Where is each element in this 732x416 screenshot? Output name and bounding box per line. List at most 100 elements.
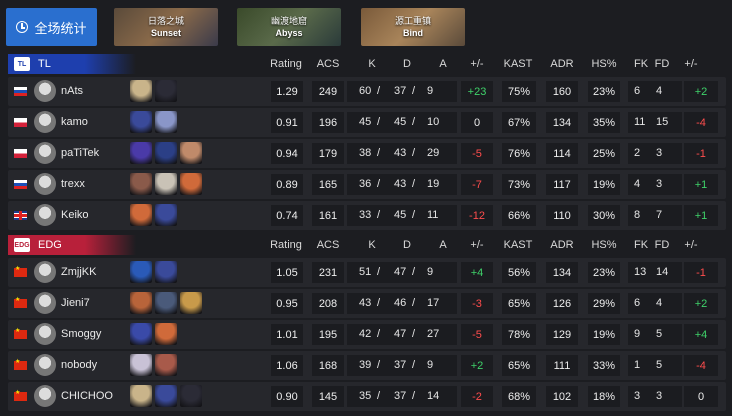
player-name[interactable]: paTiTek (61, 147, 99, 159)
player-row[interactable]: Jieni70.9520843/46/17-365%12629%64+2 (8, 289, 726, 318)
adr-value: 134 (546, 112, 578, 133)
hs-value: 29% (588, 293, 620, 314)
adr-value: 160 (546, 81, 578, 102)
column-header-hs: HS% (591, 239, 617, 251)
player-row[interactable]: trexx 0.89 165 36/43/19 -7 73% 117 19% 4 3 +1 (8, 170, 726, 199)
fk-diff-value: 0 (684, 386, 718, 407)
player-row[interactable]: CHICHOO0.9014535/37/14-268%10218%330 (8, 382, 726, 411)
fd-value: 3 (656, 178, 663, 190)
flag-pl-icon (14, 149, 27, 158)
adr-value: 129 (546, 324, 578, 345)
team-logo-icon: TL (14, 57, 30, 71)
flag-gb-icon (14, 211, 27, 220)
fk-value: 13 (634, 266, 647, 278)
agent-icon (180, 173, 202, 195)
player-row[interactable]: nAts 1.29 249 60/37/9 +23 75% 160 23% 6 4 +2 (8, 77, 726, 106)
fk-value: 1 (634, 359, 641, 371)
agent-icon (130, 323, 152, 345)
slash-separator: / (412, 178, 416, 190)
map-tab-bind[interactable]: 源工重镇 Bind (361, 8, 465, 46)
rating-value: 0.89 (271, 174, 303, 195)
player-avatar (34, 80, 56, 102)
agent-icon (130, 385, 152, 407)
agent-icon (155, 354, 177, 376)
kills-value: 45 (359, 116, 372, 128)
kda-cell: 42 / 47 / 27 (347, 324, 457, 345)
player-avatar (34, 385, 56, 407)
slash-separator: / (377, 209, 381, 221)
agent-icon (180, 385, 202, 407)
player-avatar (34, 173, 56, 195)
agent-icon (130, 204, 152, 226)
kills-value: 36 (359, 178, 372, 190)
kills-value: 38 (359, 147, 372, 159)
column-header-kills: K (368, 239, 376, 251)
agent-icon (155, 80, 177, 102)
adr-value: 110 (546, 205, 578, 226)
slash-separator: / (377, 328, 381, 340)
player-row[interactable]: Keiko 0.74 161 33/45/11 -12 66% 110 30% 8 7 +1 (8, 201, 726, 230)
kd-diff-value: +4 (461, 262, 493, 283)
clock-icon (16, 21, 29, 33)
rating-value: 0.94 (271, 143, 303, 164)
player-row[interactable]: Smoggy1.0119542/47/27-578%12919%95+4 (8, 320, 726, 349)
fd-value: 7 (656, 209, 663, 221)
deaths-value: 43 (394, 147, 407, 159)
slash-separator: / (412, 116, 416, 128)
kills-value: 42 (359, 328, 372, 340)
assists-value: 17 (427, 297, 440, 309)
player-avatar (34, 111, 56, 133)
hs-value: 33% (588, 355, 620, 376)
player-name[interactable]: CHICHOO (61, 390, 113, 402)
agent-icon (130, 111, 152, 133)
player-name[interactable]: Jieni7 (61, 297, 90, 309)
slash-separator: / (377, 178, 381, 190)
player-row[interactable]: nobody1.0616839/37/9+265%11133%15-4 (8, 351, 726, 380)
fd-value: 3 (656, 147, 663, 159)
map-tab-title: 幽渡地窟 (270, 16, 307, 26)
column-header-fk-diff: +/- (684, 239, 698, 251)
column-header-acs: ACS (316, 239, 340, 251)
player-name[interactable]: Keiko (61, 209, 89, 221)
player-name[interactable]: ZmjjKK (61, 266, 96, 278)
player-name[interactable]: Smoggy (61, 328, 101, 340)
rating-value: 0.95 (271, 293, 303, 314)
team-badge: EDG EDG (8, 235, 136, 255)
team-header: TL TL Rating ACS K D A +/- KAST ADR HS% FK FD +/- (0, 53, 732, 75)
adr-value: 111 (546, 355, 578, 376)
player-name[interactable]: nAts (61, 85, 83, 97)
assists-value: 19 (427, 178, 440, 190)
map-tab-abyss[interactable]: 幽渡地窟 Abyss (237, 8, 341, 46)
kills-value: 33 (359, 209, 372, 221)
player-name[interactable]: trexx (61, 178, 85, 190)
player-row[interactable]: kamo 0.91 196 45 / 45 / 10 0 67% 134 35% 11 15 -4 (8, 108, 726, 137)
flag-ru-icon (14, 180, 27, 189)
rating-value: 1.06 (271, 355, 303, 376)
agent-icon (130, 354, 152, 376)
column-header-hs: HS% (591, 58, 617, 70)
player-row[interactable]: paTiTek 0.94 179 38/43/29 -5 76% 114 25% 2 3 -1 (8, 139, 726, 168)
acs-value: 165 (312, 174, 344, 195)
player-row[interactable]: ZmjjKK 1.05 231 51 / 47 / 9 +4 56% 134 23% 13 14 -1 (8, 258, 726, 287)
column-header-kast: KAST (503, 58, 533, 70)
acs-value: 208 (312, 293, 344, 314)
assists-value: 29 (427, 147, 440, 159)
acs-value: 231 (312, 262, 344, 283)
column-header-adr: ADR (550, 58, 574, 70)
deaths-value: 37 (394, 390, 407, 402)
player-name[interactable]: nobody (61, 359, 97, 371)
kast-value: 75% (502, 81, 536, 102)
kd-diff-value: -5 (461, 143, 493, 164)
map-tab-sunset[interactable]: 日落之城 Sunset (114, 8, 218, 46)
deaths-value: 45 (394, 116, 407, 128)
assists-value: 14 (427, 390, 440, 402)
acs-value: 161 (312, 205, 344, 226)
player-name[interactable]: kamo (61, 116, 88, 128)
rating-value: 0.90 (271, 386, 303, 407)
fk-diff-value: +2 (684, 81, 718, 102)
kd-diff-value: -3 (461, 293, 493, 314)
slash-separator: / (412, 85, 416, 97)
agent-icon (180, 292, 202, 314)
all-maps-button[interactable]: 全场统计 (6, 8, 97, 46)
kd-diff-value: +2 (461, 355, 493, 376)
